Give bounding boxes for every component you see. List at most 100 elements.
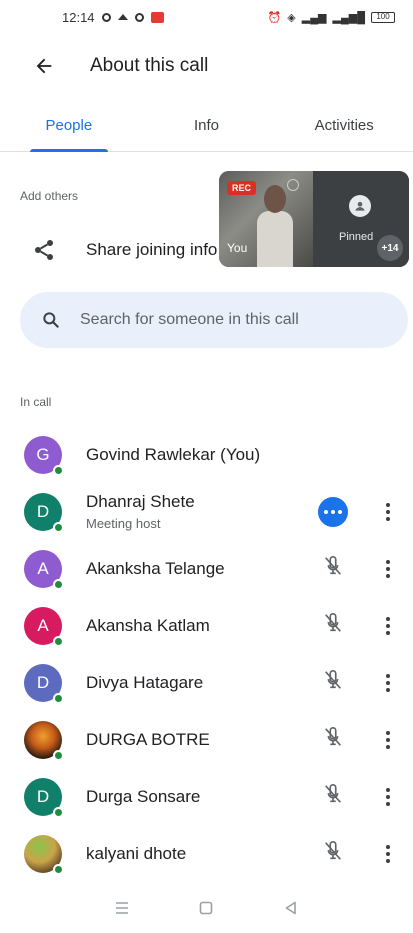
recent-apps-button[interactable] [108,894,136,922]
online-status-indicator [53,806,64,818]
battery-icon: 100 [371,11,395,23]
participant-row[interactable]: kalyani dhote [0,825,413,882]
back-button[interactable] [20,42,68,90]
wifi-icon: ◈ [287,11,296,24]
participant-search[interactable] [20,292,408,348]
tab-people[interactable]: People [0,100,138,152]
share-icon [30,236,58,264]
mute-status-button[interactable] [318,839,348,869]
self-view-pip[interactable]: REC You Pinned +14 [219,171,409,267]
avatar-initial: G [36,444,50,464]
participant-text: DURGA BOTRE [86,730,210,750]
system-back-button[interactable] [277,894,305,922]
participant-row[interactable]: D Divya Hatagare [0,654,413,711]
online-status-indicator [53,635,64,647]
avatar: D [24,777,64,818]
in-call-label: In call [20,395,52,409]
pinned-participant-label: Pinned [339,231,374,243]
square-icon [200,901,213,915]
participant-text: Durga Sonsare [86,787,200,807]
recording-badge: REC [227,181,257,195]
participant-more-button[interactable] [378,782,398,812]
pin-icon [287,179,299,191]
avatar-initial: D [36,501,50,521]
mute-status-button[interactable] [318,668,348,698]
participant-more-button[interactable] [378,725,398,755]
online-status-indicator [53,863,64,875]
participant-text: Govind Rawlekar (You) [86,445,260,465]
mic-off-icon [322,783,344,810]
mute-status-button[interactable] [318,725,348,755]
participant-name: Akanksha Telange [86,558,225,578]
participant-row[interactable]: A Akanksha Telange [0,540,413,597]
signal-icon: ▂▄▆█ [332,11,365,24]
participant-text: Akanksha Telange [86,559,225,579]
participant-name: Akansha Katlam [86,615,210,635]
tab-bar: People Info Activities [0,100,413,152]
avatar: D [24,663,64,704]
participant-name: Durga Sonsare [86,786,201,806]
mute-status-button[interactable] [318,554,348,584]
mic-off-icon [322,612,344,639]
participant-more-button[interactable] [378,668,398,698]
mute-status-button[interactable] [318,611,348,641]
participant-text: kalyani dhote [86,844,186,864]
online-status-indicator [53,521,64,533]
avatar-initial: A [37,615,49,635]
participant-row[interactable]: G Govind Rawlekar (You) [0,426,413,483]
online-status-indicator [53,692,64,704]
pinned-participant-tile: Pinned +14 [313,171,409,267]
online-status-indicator [53,749,64,761]
mic-off-icon [322,555,344,582]
avatar: A [24,549,64,590]
more-horizontal-icon [318,496,348,527]
host-controls-button[interactable] [318,496,348,527]
alarm-icon: ⏰ [267,11,282,24]
participant-text: Divya Hatagare [86,673,203,693]
more-participants-count: +14 [377,235,403,261]
mic-off-icon [322,726,344,753]
avatar [24,834,64,875]
system-navigation-bar [0,883,413,933]
participant-more-button[interactable] [378,611,398,641]
home-button[interactable] [192,894,220,922]
mic-off-icon [322,669,344,696]
avatar: A [24,606,64,647]
avatar [24,720,64,761]
participant-row[interactable]: DURGA BOTRE [0,711,413,768]
participant-text: Akansha Katlam [86,616,210,636]
notification-icon [101,12,111,22]
arrow-back-icon [36,58,52,74]
avatar-initial: D [36,672,50,692]
search-input[interactable] [80,311,370,329]
tab-activities[interactable]: Activities [275,100,413,151]
mic-off-icon [322,840,344,867]
participant-more-button[interactable] [378,497,398,527]
status-bar: 12:14 ⏰ ◈ ▂▄▆ ▂▄▆█ 100 [0,0,413,34]
participant-row[interactable]: D Dhanraj Shete Meeting host [0,483,413,540]
share-joining-info-label: Share joining info [86,240,218,259]
self-video-image [257,185,293,267]
avatar-initial: D [36,786,50,806]
self-tile-label: You [227,241,248,255]
avatar-initial: A [37,558,49,578]
participant-more-button[interactable] [378,839,398,869]
app-header: About this call [0,34,413,98]
participant-text: Dhanraj Shete Meeting host [86,492,195,531]
mute-status-button[interactable] [318,782,348,812]
search-icon [40,309,62,331]
notification-icon [134,12,144,22]
signal-icon: ▂▄▆ [301,11,327,24]
self-video-tile: REC You [219,171,313,267]
participant-more-button[interactable] [378,554,398,584]
participant-name: Dhanraj Shete [86,492,195,511]
triangle-back-icon [285,901,296,915]
participant-name: Divya Hatagare [86,672,204,692]
participant-list: G Govind Rawlekar (You) D Dhanraj Shete Meet… [0,426,413,882]
pinned-participant-avatar [349,195,371,217]
tab-info[interactable]: Info [138,100,276,151]
participant-row[interactable]: D Durga Sonsare [0,768,413,825]
participant-row[interactable]: A Akansha Katlam [0,597,413,654]
menu-icon [116,902,129,914]
online-status-indicator [53,464,64,476]
